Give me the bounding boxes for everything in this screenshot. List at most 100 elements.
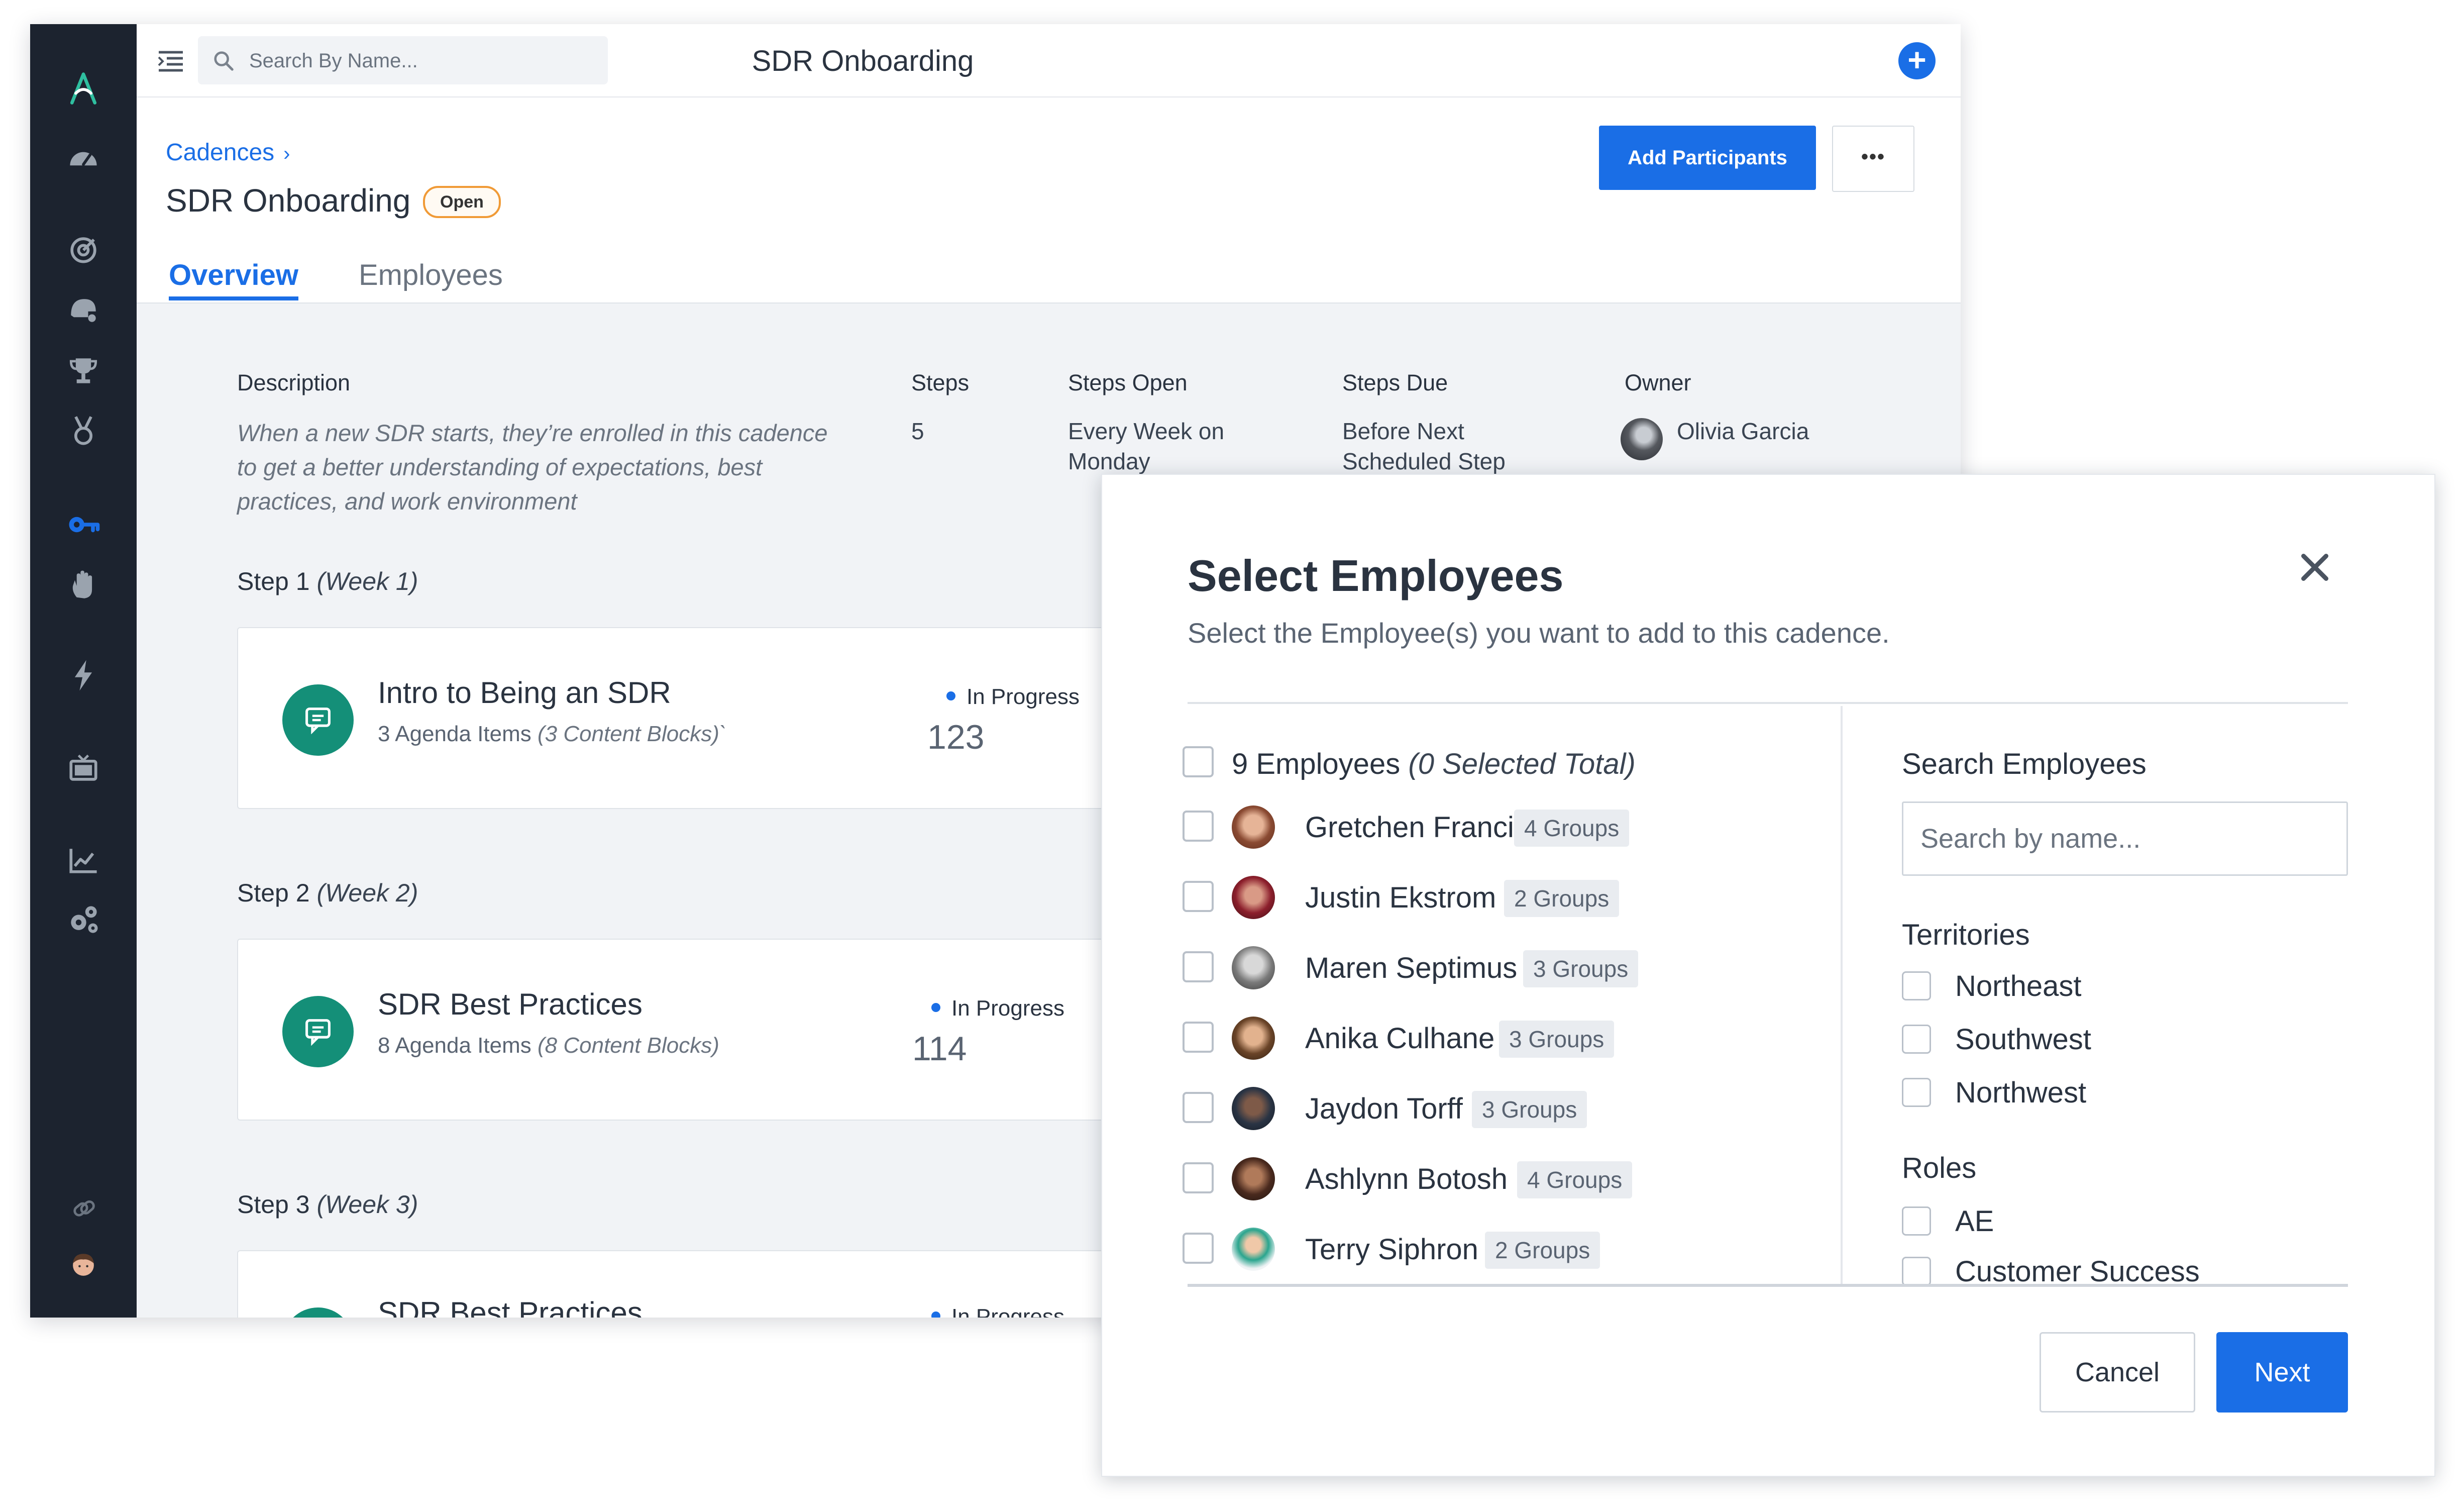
- step-status-text: In Progress: [967, 684, 1080, 709]
- groups-badge: 3 Groups: [1499, 1021, 1615, 1058]
- territory-option[interactable]: Northwest: [1902, 1076, 2304, 1111]
- avatar: [1232, 1228, 1275, 1271]
- employee-name: Anika Culhane: [1305, 1022, 1495, 1055]
- groups-badge: 3 Groups: [1472, 1091, 1587, 1128]
- step-label: Step 2 (Week 2): [237, 878, 418, 908]
- employee-name: Terry Siphron: [1305, 1233, 1478, 1266]
- employee-name: Jaydon Torff: [1305, 1092, 1463, 1125]
- key-icon[interactable]: [64, 506, 102, 544]
- step-title: Intro to Being an SDR: [378, 676, 671, 710]
- role-checkbox[interactable]: [1902, 1206, 1931, 1236]
- step-number: Step 3: [237, 1190, 310, 1219]
- bolt-icon[interactable]: [64, 656, 102, 694]
- step-label: Step 3 (Week 3): [237, 1190, 418, 1219]
- role-option[interactable]: AE: [1902, 1204, 2304, 1240]
- chat-icon: [282, 1307, 354, 1318]
- avatar: [1232, 1087, 1275, 1130]
- add-participants-button[interactable]: Add Participants: [1599, 126, 1816, 190]
- divider: [1188, 1284, 2348, 1287]
- step-subtitle: 3 Agenda Items (3 Content Blocks)`: [378, 722, 727, 747]
- groups-badge: 2 Groups: [1485, 1232, 1600, 1269]
- employee-checkbox[interactable]: [1183, 811, 1214, 842]
- create-button[interactable]: +: [1898, 42, 1936, 79]
- next-button[interactable]: Next: [2216, 1332, 2348, 1413]
- trophy-icon[interactable]: [64, 351, 102, 389]
- step-title: SDR Best Practices: [378, 987, 642, 1021]
- owner-label: Owner: [1625, 370, 1691, 395]
- tv-icon[interactable]: [64, 750, 102, 788]
- avatar: [1232, 805, 1275, 849]
- groups-badge: 4 Groups: [1514, 810, 1630, 847]
- steps-open-value: Every Week on Monday: [1068, 418, 1225, 474]
- groups-badge: 4 Groups: [1517, 1161, 1633, 1198]
- employee-checkbox[interactable]: [1183, 951, 1214, 982]
- employee-name: Maren Septimus: [1305, 952, 1518, 984]
- employee-row[interactable]: Maren Septimus 3 Groups: [1102, 941, 1836, 991]
- employees-count: 9 Employees: [1232, 748, 1401, 780]
- gears-icon[interactable]: [64, 900, 102, 939]
- hand-icon[interactable]: [64, 567, 102, 605]
- steps-due-label: Steps Due: [1342, 370, 1448, 395]
- roles-label: Roles: [1902, 1152, 1977, 1184]
- step-number: Step 2: [237, 879, 310, 907]
- employee-row[interactable]: Gretchen Franci 4 Groups: [1102, 800, 1836, 851]
- employees-header: 9 Employees (0 Selected Total): [1232, 747, 1636, 781]
- territory-checkbox[interactable]: [1902, 971, 1931, 1000]
- employee-row[interactable]: Ashlynn Botosh 4 Groups: [1102, 1152, 1836, 1202]
- role-checkbox[interactable]: [1902, 1257, 1931, 1284]
- search-employees-input[interactable]: [1902, 801, 2348, 876]
- medal-icon[interactable]: [64, 411, 102, 449]
- role-option[interactable]: Customer Success: [1902, 1255, 2304, 1284]
- step-week: (Week 3): [316, 1190, 418, 1219]
- avatar: [1232, 876, 1275, 919]
- employee-row[interactable]: Anika Culhane 3 Groups: [1102, 1012, 1836, 1062]
- close-icon[interactable]: [2290, 542, 2340, 592]
- employee-checkbox[interactable]: [1183, 1022, 1214, 1053]
- employee-checkbox[interactable]: [1183, 1162, 1214, 1193]
- employee-checkbox[interactable]: [1183, 1233, 1214, 1264]
- agenda-items: 8 Agenda Items: [378, 1033, 531, 1058]
- employee-row[interactable]: Justin Ekstrom 2 Groups: [1102, 871, 1836, 921]
- target-icon[interactable]: [64, 230, 102, 268]
- territory-option[interactable]: Northeast: [1902, 969, 2304, 1004]
- tab-overview[interactable]: Overview: [169, 258, 298, 292]
- chart-icon[interactable]: [64, 841, 102, 879]
- employee-row[interactable]: Terry Siphron 2 Groups: [1102, 1223, 1836, 1273]
- step-status: In Progress: [931, 1304, 1064, 1318]
- chat-icon: [282, 996, 354, 1067]
- status-dot: [931, 1003, 940, 1013]
- territories-label: Territories: [1902, 919, 2030, 951]
- link-icon[interactable]: [64, 1190, 102, 1228]
- divider: [1841, 706, 1843, 1284]
- territory-label: Northeast: [1955, 970, 2082, 1002]
- step-title: SDR Best Practices: [378, 1296, 642, 1318]
- dashboard-icon[interactable]: [64, 139, 102, 177]
- territory-checkbox[interactable]: [1902, 1025, 1931, 1054]
- select-all-checkbox[interactable]: [1183, 746, 1214, 777]
- employee-name: Gretchen Franci: [1305, 811, 1514, 844]
- tab-employees[interactable]: Employees: [359, 258, 503, 292]
- chat-icon: [282, 684, 354, 756]
- breadcrumb[interactable]: Cadences ›: [166, 139, 290, 166]
- more-options-button[interactable]: •••: [1832, 126, 1914, 192]
- step-count: 123: [927, 718, 985, 756]
- status-badge: Open: [423, 186, 501, 218]
- helmet-icon[interactable]: [64, 290, 102, 329]
- description-label: Description: [237, 370, 351, 395]
- owner-name[interactable]: Olivia Garcia: [1677, 416, 1809, 446]
- select-employees-modal: Select Employees Select the Employee(s) …: [1101, 474, 2435, 1477]
- employee-checkbox[interactable]: [1183, 1092, 1214, 1123]
- step-week: (Week 1): [316, 567, 418, 595]
- chevron-right-icon: ›: [283, 143, 290, 165]
- step-status: In Progress: [946, 684, 1080, 710]
- employee-checkbox[interactable]: [1183, 881, 1214, 912]
- territory-option[interactable]: Southwest: [1902, 1023, 2304, 1058]
- step-week: (Week 2): [316, 879, 418, 907]
- territory-checkbox[interactable]: [1902, 1078, 1931, 1107]
- employee-row[interactable]: Jaydon Torff 3 Groups: [1102, 1082, 1836, 1132]
- cancel-button[interactable]: Cancel: [2040, 1332, 2195, 1413]
- breadcrumb-cadences[interactable]: Cadences: [166, 139, 274, 166]
- user-avatar-icon[interactable]: [64, 1246, 102, 1284]
- modal-subtitle: Select the Employee(s) you want to add t…: [1188, 617, 1890, 649]
- divider: [1188, 702, 2348, 704]
